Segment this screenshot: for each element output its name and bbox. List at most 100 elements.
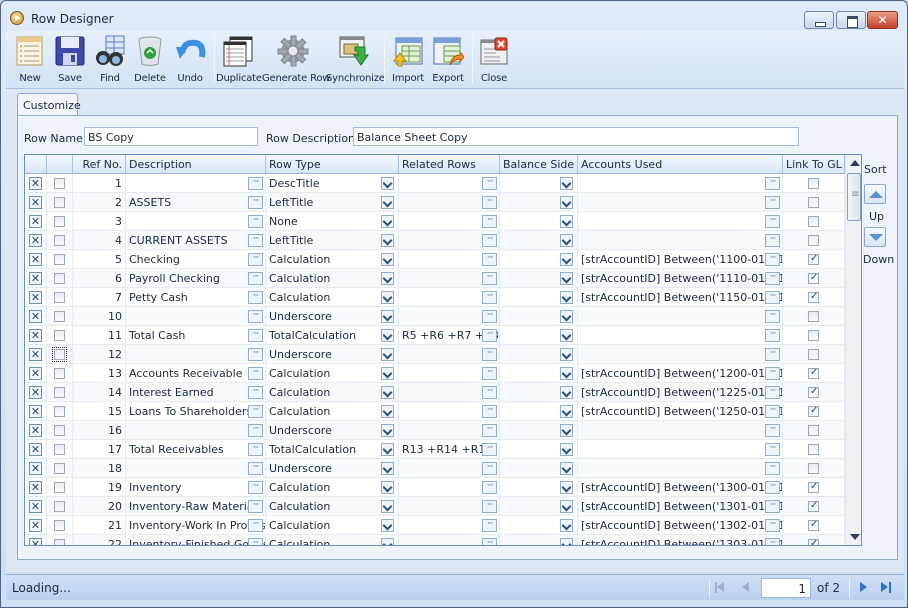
- row-select-checkbox[interactable]: [54, 235, 65, 246]
- table-row[interactable]: ✕ 15 Loans To Shareholders ··· Calculation ··…: [25, 402, 845, 421]
- link-to-gl-checkbox[interactable]: [808, 349, 819, 360]
- table-row[interactable]: ✕ 21 Inventory-Work In Process ··· Calculati…: [25, 516, 845, 535]
- description-cell[interactable]: Inventory-Raw Materials ···: [126, 497, 266, 516]
- row-select-checkbox[interactable]: [54, 273, 65, 284]
- close-button[interactable]: Close: [474, 33, 514, 87]
- ellipsis-icon[interactable]: ···: [248, 424, 263, 437]
- accounts-used-cell[interactable]: ···: [578, 345, 783, 364]
- column-header-balance-side[interactable]: Balance Side: [500, 155, 578, 174]
- related-rows-cell[interactable]: ···: [399, 174, 500, 193]
- related-rows-cell[interactable]: ···: [399, 516, 500, 535]
- ellipsis-icon[interactable]: ···: [248, 234, 263, 247]
- link-to-gl-checkbox[interactable]: [808, 216, 819, 227]
- ellipsis-icon[interactable]: ···: [482, 253, 497, 266]
- accounts-used-cell[interactable]: ···: [578, 231, 783, 250]
- chevron-down-icon[interactable]: [381, 443, 394, 456]
- accounts-used-cell[interactable]: [strAccountID] Between('1301-01', '13 ···: [578, 497, 783, 516]
- ref-no-cell[interactable]: 2: [73, 193, 126, 212]
- balance-side-cell[interactable]: [500, 478, 578, 497]
- column-header-row-type[interactable]: Row Type: [266, 155, 399, 174]
- row-type-cell[interactable]: LeftTitle: [266, 231, 399, 250]
- ellipsis-icon[interactable]: ···: [482, 386, 497, 399]
- delete-row-icon[interactable]: ✕: [29, 500, 42, 513]
- row-select-checkbox[interactable]: [54, 425, 65, 436]
- row-type-cell[interactable]: TotalCalculation: [266, 326, 399, 345]
- chevron-down-icon[interactable]: [560, 329, 573, 342]
- ellipsis-icon[interactable]: ···: [482, 367, 497, 380]
- balance-side-cell[interactable]: [500, 307, 578, 326]
- delete-row-icon[interactable]: ✕: [29, 348, 42, 361]
- accounts-used-cell[interactable]: ···: [578, 326, 783, 345]
- ellipsis-icon[interactable]: ···: [248, 291, 263, 304]
- delete-row-icon[interactable]: ✕: [29, 329, 42, 342]
- ellipsis-icon[interactable]: ···: [248, 462, 263, 475]
- row-select-checkbox[interactable]: [54, 178, 65, 189]
- sort-up-button[interactable]: [864, 184, 886, 204]
- accounts-used-cell[interactable]: ···: [578, 421, 783, 440]
- accounts-used-cell[interactable]: [strAccountID] Between('1302-01', '13 ···: [578, 516, 783, 535]
- table-row[interactable]: ✕ 7 Petty Cash ··· Calculation ··· [strAccount…: [25, 288, 845, 307]
- chevron-down-icon[interactable]: [381, 215, 394, 228]
- row-select-checkbox[interactable]: [54, 368, 65, 379]
- ellipsis-icon[interactable]: ···: [248, 500, 263, 513]
- chevron-down-icon[interactable]: [381, 538, 394, 545]
- related-rows-cell[interactable]: ···: [399, 459, 500, 478]
- accounts-used-cell[interactable]: [strAccountID] Between('1100-01', '11 ···: [578, 250, 783, 269]
- scroll-down-arrow-icon[interactable]: [850, 534, 860, 540]
- chevron-down-icon[interactable]: [560, 538, 573, 545]
- delete-row-icon[interactable]: ✕: [29, 215, 42, 228]
- related-rows-cell[interactable]: ···: [399, 231, 500, 250]
- link-to-gl-checkbox[interactable]: [808, 197, 819, 208]
- ref-no-cell[interactable]: 16: [73, 421, 126, 440]
- chevron-down-icon[interactable]: [560, 424, 573, 437]
- balance-side-cell[interactable]: [500, 402, 578, 421]
- row-select-checkbox[interactable]: [54, 387, 65, 398]
- ref-no-cell[interactable]: 5: [73, 250, 126, 269]
- description-cell[interactable]: Interest Earned ···: [126, 383, 266, 402]
- balance-side-cell[interactable]: [500, 231, 578, 250]
- ellipsis-icon[interactable]: ···: [482, 443, 497, 456]
- next-page-icon[interactable]: [856, 581, 870, 595]
- ellipsis-icon[interactable]: ···: [248, 386, 263, 399]
- related-rows-cell[interactable]: ···: [399, 307, 500, 326]
- row-type-cell[interactable]: Calculation: [266, 383, 399, 402]
- ref-no-cell[interactable]: 19: [73, 478, 126, 497]
- balance-side-cell[interactable]: [500, 535, 578, 545]
- table-row[interactable]: ✕ 18 ··· Underscore ··· ···: [25, 459, 845, 478]
- scroll-thumb[interactable]: [847, 173, 861, 221]
- ellipsis-icon[interactable]: ···: [482, 291, 497, 304]
- row-select-checkbox[interactable]: [54, 311, 65, 322]
- ellipsis-icon[interactable]: ···: [482, 348, 497, 361]
- scroll-up-arrow-icon[interactable]: [850, 160, 860, 166]
- chevron-down-icon[interactable]: [381, 367, 394, 380]
- ellipsis-icon[interactable]: ···: [248, 443, 263, 456]
- description-cell[interactable]: ···: [126, 459, 266, 478]
- table-row[interactable]: ✕ 20 Inventory-Raw Materials ··· Calculation…: [25, 497, 845, 516]
- link-to-gl-checkbox[interactable]: [808, 291, 819, 303]
- chevron-down-icon[interactable]: [381, 291, 394, 304]
- description-cell[interactable]: Inventory-Finished Goods ···: [126, 535, 266, 545]
- link-to-gl-checkbox[interactable]: [808, 481, 819, 493]
- table-row[interactable]: ✕ 22 Inventory-Finished Goods ··· Calculatio…: [25, 535, 845, 545]
- delete-row-icon[interactable]: ✕: [29, 405, 42, 418]
- related-rows-cell[interactable]: R5 +R6 +R7 +R8 ···: [399, 326, 500, 345]
- ellipsis-icon[interactable]: ···: [482, 234, 497, 247]
- chevron-down-icon[interactable]: [381, 177, 394, 190]
- ellipsis-icon[interactable]: ···: [248, 215, 263, 228]
- minimize-button[interactable]: [804, 11, 834, 29]
- ref-no-cell[interactable]: 20: [73, 497, 126, 516]
- accounts-used-cell[interactable]: [strAccountID] Between('1250-01', '12 ···: [578, 402, 783, 421]
- balance-side-cell[interactable]: [500, 516, 578, 535]
- save-button[interactable]: Save: [50, 33, 90, 87]
- link-to-gl-checkbox[interactable]: [808, 519, 819, 531]
- related-rows-cell[interactable]: ···: [399, 364, 500, 383]
- ellipsis-icon[interactable]: ···: [248, 405, 263, 418]
- row-type-cell[interactable]: Underscore: [266, 459, 399, 478]
- ref-no-cell[interactable]: 6: [73, 269, 126, 288]
- delete-row-icon[interactable]: ✕: [29, 196, 42, 209]
- ellipsis-icon[interactable]: ···: [482, 481, 497, 494]
- ellipsis-icon[interactable]: ···: [765, 234, 780, 247]
- related-rows-cell[interactable]: ···: [399, 497, 500, 516]
- accounts-used-cell[interactable]: [strAccountID] Between('1225-01', '12 ···: [578, 383, 783, 402]
- chevron-down-icon[interactable]: [381, 500, 394, 513]
